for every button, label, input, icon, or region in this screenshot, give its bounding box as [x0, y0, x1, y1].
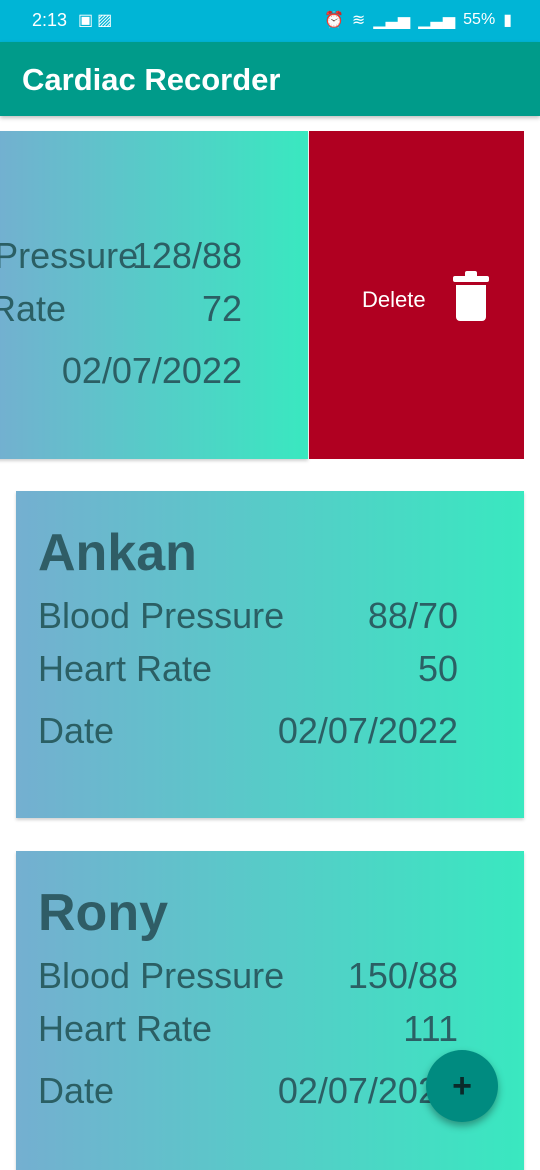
blood-pressure-label: Blood Pressure — [0, 235, 139, 276]
status-right: ⏰ ≋ ▁▃▅ ▁▃▅ 55% ▮ — [324, 10, 512, 30]
heart-rate-value: 50 — [417, 648, 458, 689]
battery-icon: ▮ — [503, 12, 512, 29]
date-value: 02/07/2022 — [277, 710, 458, 751]
page-title: Cardiac Recorder — [22, 62, 281, 97]
heart-rate-label: Heart Rate — [38, 648, 213, 689]
alarm-icon: ⏰ — [323, 12, 344, 29]
wifi-icon: ≋ — [351, 12, 366, 29]
trash-icon — [453, 271, 489, 321]
date-label: Date — [38, 1070, 115, 1111]
date-value: 02/07/2022 — [61, 350, 242, 391]
record-card[interactable]: Rony Blood Pressure 150/88 Heart Rate 11… — [16, 851, 524, 1170]
status-time: 2:13 — [32, 10, 68, 30]
image-icon: ▨ — [97, 12, 117, 29]
status-left-icons: ▣▨ — [78, 10, 116, 30]
delete-action[interactable]: Delete — [309, 131, 524, 459]
battery-level: 55% — [463, 11, 496, 28]
record-card-swiped[interactable]: Blood Pressure 128/88 Heart Rate 72 02/0… — [0, 131, 308, 459]
blood-pressure-value: 128/88 — [131, 235, 242, 276]
blood-pressure-value: 88/70 — [367, 595, 458, 636]
sim-icon: ▣ — [78, 12, 98, 29]
signal-icon: ▁▃▅ — [418, 12, 456, 29]
plus-icon: + — [452, 1066, 472, 1105]
heart-rate-label: Heart Rate — [0, 288, 67, 329]
blood-pressure-label: Blood Pressure — [38, 595, 285, 636]
delete-label: Delete — [362, 287, 426, 312]
signal-icon: ▁▃▅ — [373, 12, 411, 29]
heart-rate-value: 111 — [403, 1008, 458, 1049]
record-name: Rony — [38, 884, 168, 942]
heart-rate-value: 72 — [201, 288, 242, 329]
record-card[interactable]: Ankan Blood Pressure 88/70 Heart Rate 50… — [16, 491, 524, 818]
date-label: Date — [38, 710, 115, 751]
blood-pressure-label: Blood Pressure — [38, 955, 285, 996]
record-name: Ankan — [38, 524, 197, 582]
status-bar: 2:13 ▣▨ ⏰ ≋ ▁▃▅ ▁▃▅ 55% ▮ — [0, 0, 540, 42]
heart-rate-label: Heart Rate — [38, 1008, 213, 1049]
blood-pressure-value: 150/88 — [347, 955, 458, 996]
app-bar: Cardiac Recorder — [0, 42, 540, 116]
add-record-button[interactable]: + — [426, 1050, 498, 1122]
